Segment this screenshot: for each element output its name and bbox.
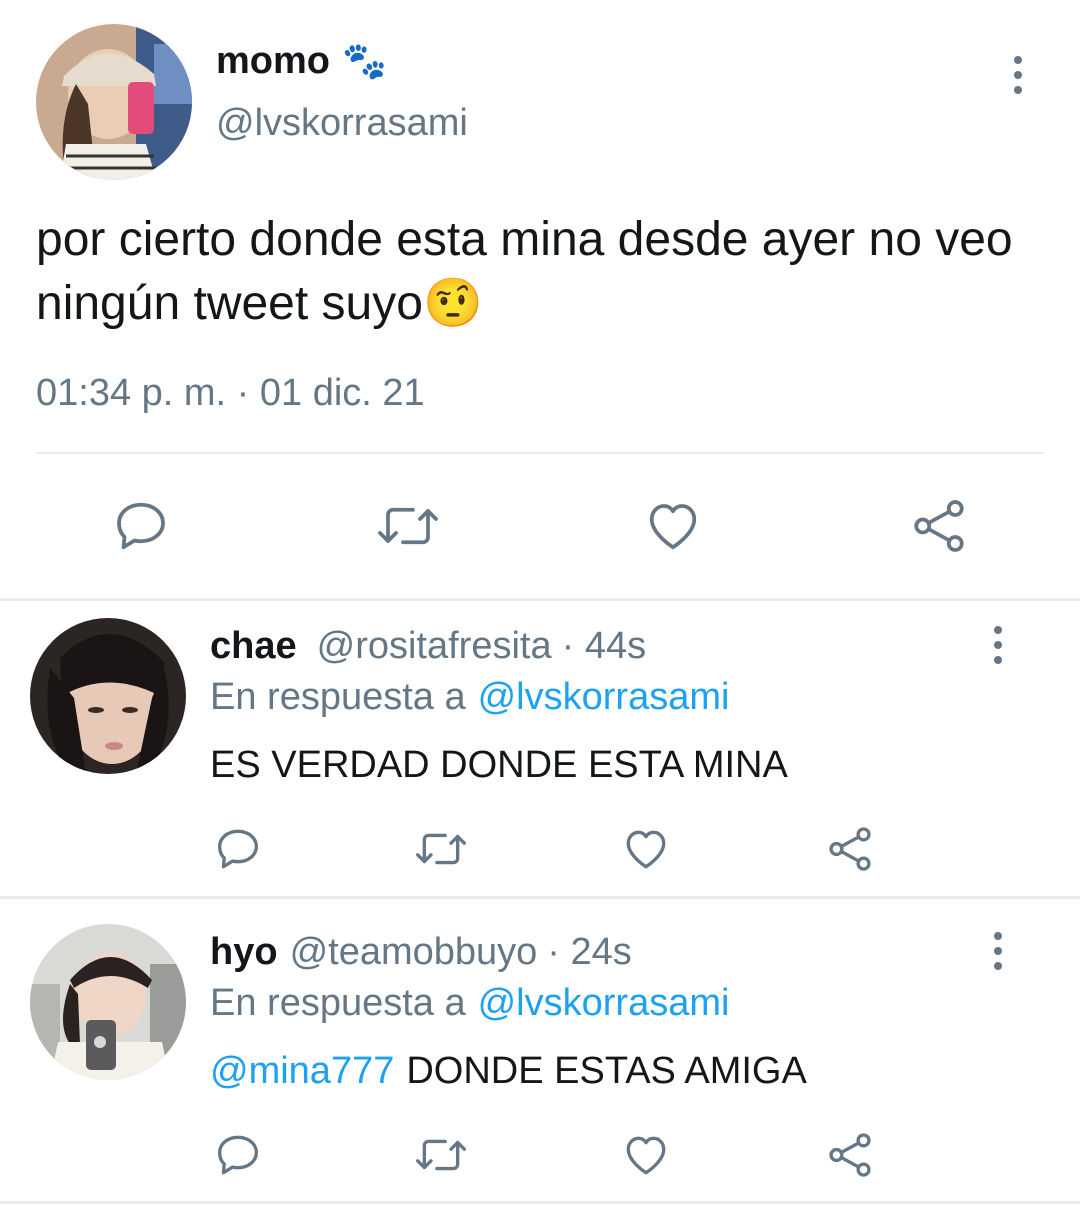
author-handle[interactable]: @lvskorrasami <box>216 102 468 145</box>
reply-text: ES VERDAD DONDE ESTA MINA <box>210 740 788 790</box>
reply-divider <box>0 1201 1080 1204</box>
reply-handle[interactable]: @teamobbuyo <box>290 931 538 974</box>
reply-context-handle-link[interactable]: @lvskorrasami <box>478 676 730 719</box>
tweet-more-button[interactable] <box>998 50 1038 100</box>
reply-share-button[interactable] <box>822 822 878 876</box>
reply-retweet-button[interactable] <box>410 1128 472 1182</box>
share-icon <box>914 500 964 552</box>
reply-like-button[interactable] <box>618 822 674 876</box>
reply-header: hyo @teamobbuyo · 24s <box>210 928 632 976</box>
reply-header: chae @rositafresita · 44s <box>210 622 646 670</box>
retweet-icon <box>378 507 438 545</box>
reply-display-name[interactable]: chae <box>210 625 297 668</box>
more-vertical-icon-dot <box>994 641 1002 649</box>
more-vertical-icon-dot <box>994 962 1002 970</box>
reply-context: En respuesta a @lvskorrasami <box>210 672 729 722</box>
author-avatar[interactable] <box>36 24 192 180</box>
more-vertical-icon-dot <box>1014 56 1022 64</box>
reply-reply-button[interactable] <box>210 1128 266 1182</box>
raised-eyebrow-emoji-icon: 🤨 <box>422 277 483 330</box>
author-avatar-image <box>36 24 192 180</box>
more-vertical-icon-dot <box>1014 86 1022 94</box>
speech-bubble-icon <box>117 502 165 550</box>
reply-more-button[interactable] <box>978 620 1018 670</box>
tweet-timestamp[interactable]: 01:34 p. m. · 01 dic. 21 <box>36 372 425 415</box>
author-display-name[interactable]: momo <box>216 40 330 83</box>
reply-text: @mina777 DONDE ESTAS AMIGA <box>210 1046 807 1096</box>
share-icon <box>829 1133 871 1177</box>
reply-context-prefix: En respuesta a <box>210 981 466 1024</box>
reply-text-body: ES VERDAD DONDE ESTA MINA <box>210 743 788 786</box>
reply-context-prefix: En respuesta a <box>210 675 466 718</box>
reply-mention-link[interactable]: @mina777 <box>210 1050 394 1093</box>
reply-share-button[interactable] <box>822 1128 878 1182</box>
section-divider <box>0 598 1080 601</box>
reply-handle[interactable]: @rositafresita <box>317 625 552 668</box>
more-vertical-icon-dot <box>994 932 1002 940</box>
heart-icon <box>649 504 697 550</box>
tweet-text: por cierto donde esta mina desde ayer no… <box>36 208 1046 336</box>
heart-icon <box>626 830 666 869</box>
reply-meta: @teamobbuyo · 24s <box>290 931 632 974</box>
speech-bubble-icon <box>218 829 258 869</box>
more-vertical-icon-dot <box>994 656 1002 664</box>
reply-retweet-button[interactable] <box>410 822 472 876</box>
reply-divider <box>0 896 1080 899</box>
reply-avatar[interactable] <box>30 618 186 774</box>
more-vertical-icon-dot <box>994 626 1002 634</box>
more-vertical-icon-dot <box>1014 71 1022 79</box>
reply-context-handle-link[interactable]: @lvskorrasami <box>478 982 730 1025</box>
retweet-button[interactable] <box>370 494 446 558</box>
reply-display-name[interactable]: hyo <box>210 931 278 974</box>
speech-bubble-icon <box>218 1135 258 1175</box>
reply-reply-button[interactable] <box>210 822 266 876</box>
author-name-row: momo 🐾 <box>216 36 387 86</box>
reply-like-button[interactable] <box>618 1128 674 1182</box>
reply-avatar-image <box>30 924 186 1080</box>
paw-prints-icon: 🐾 <box>342 40 387 81</box>
share-icon <box>829 827 871 871</box>
retweet-icon <box>416 1139 467 1171</box>
retweet-icon <box>416 833 467 865</box>
heart-icon <box>626 1136 666 1175</box>
like-button[interactable] <box>640 494 706 558</box>
reply-more-button[interactable] <box>978 926 1018 976</box>
reply-avatar-image <box>30 618 186 774</box>
reply-text-body: DONDE ESTAS AMIGA <box>406 1049 807 1092</box>
reply-meta: @rositafresita · 44s <box>317 625 646 668</box>
reply-button[interactable] <box>106 494 176 558</box>
share-button[interactable] <box>906 494 972 558</box>
tweet-text-body: por cierto donde esta mina desde ayer no… <box>36 213 1013 330</box>
more-vertical-icon-dot <box>994 947 1002 955</box>
reply-time[interactable]: · 24s <box>547 931 631 974</box>
reply-time[interactable]: · 44s <box>562 625 646 668</box>
reply-avatar[interactable] <box>30 924 186 1080</box>
reply-context: En respuesta a @lvskorrasami <box>210 978 729 1028</box>
timestamp-divider <box>36 452 1044 454</box>
